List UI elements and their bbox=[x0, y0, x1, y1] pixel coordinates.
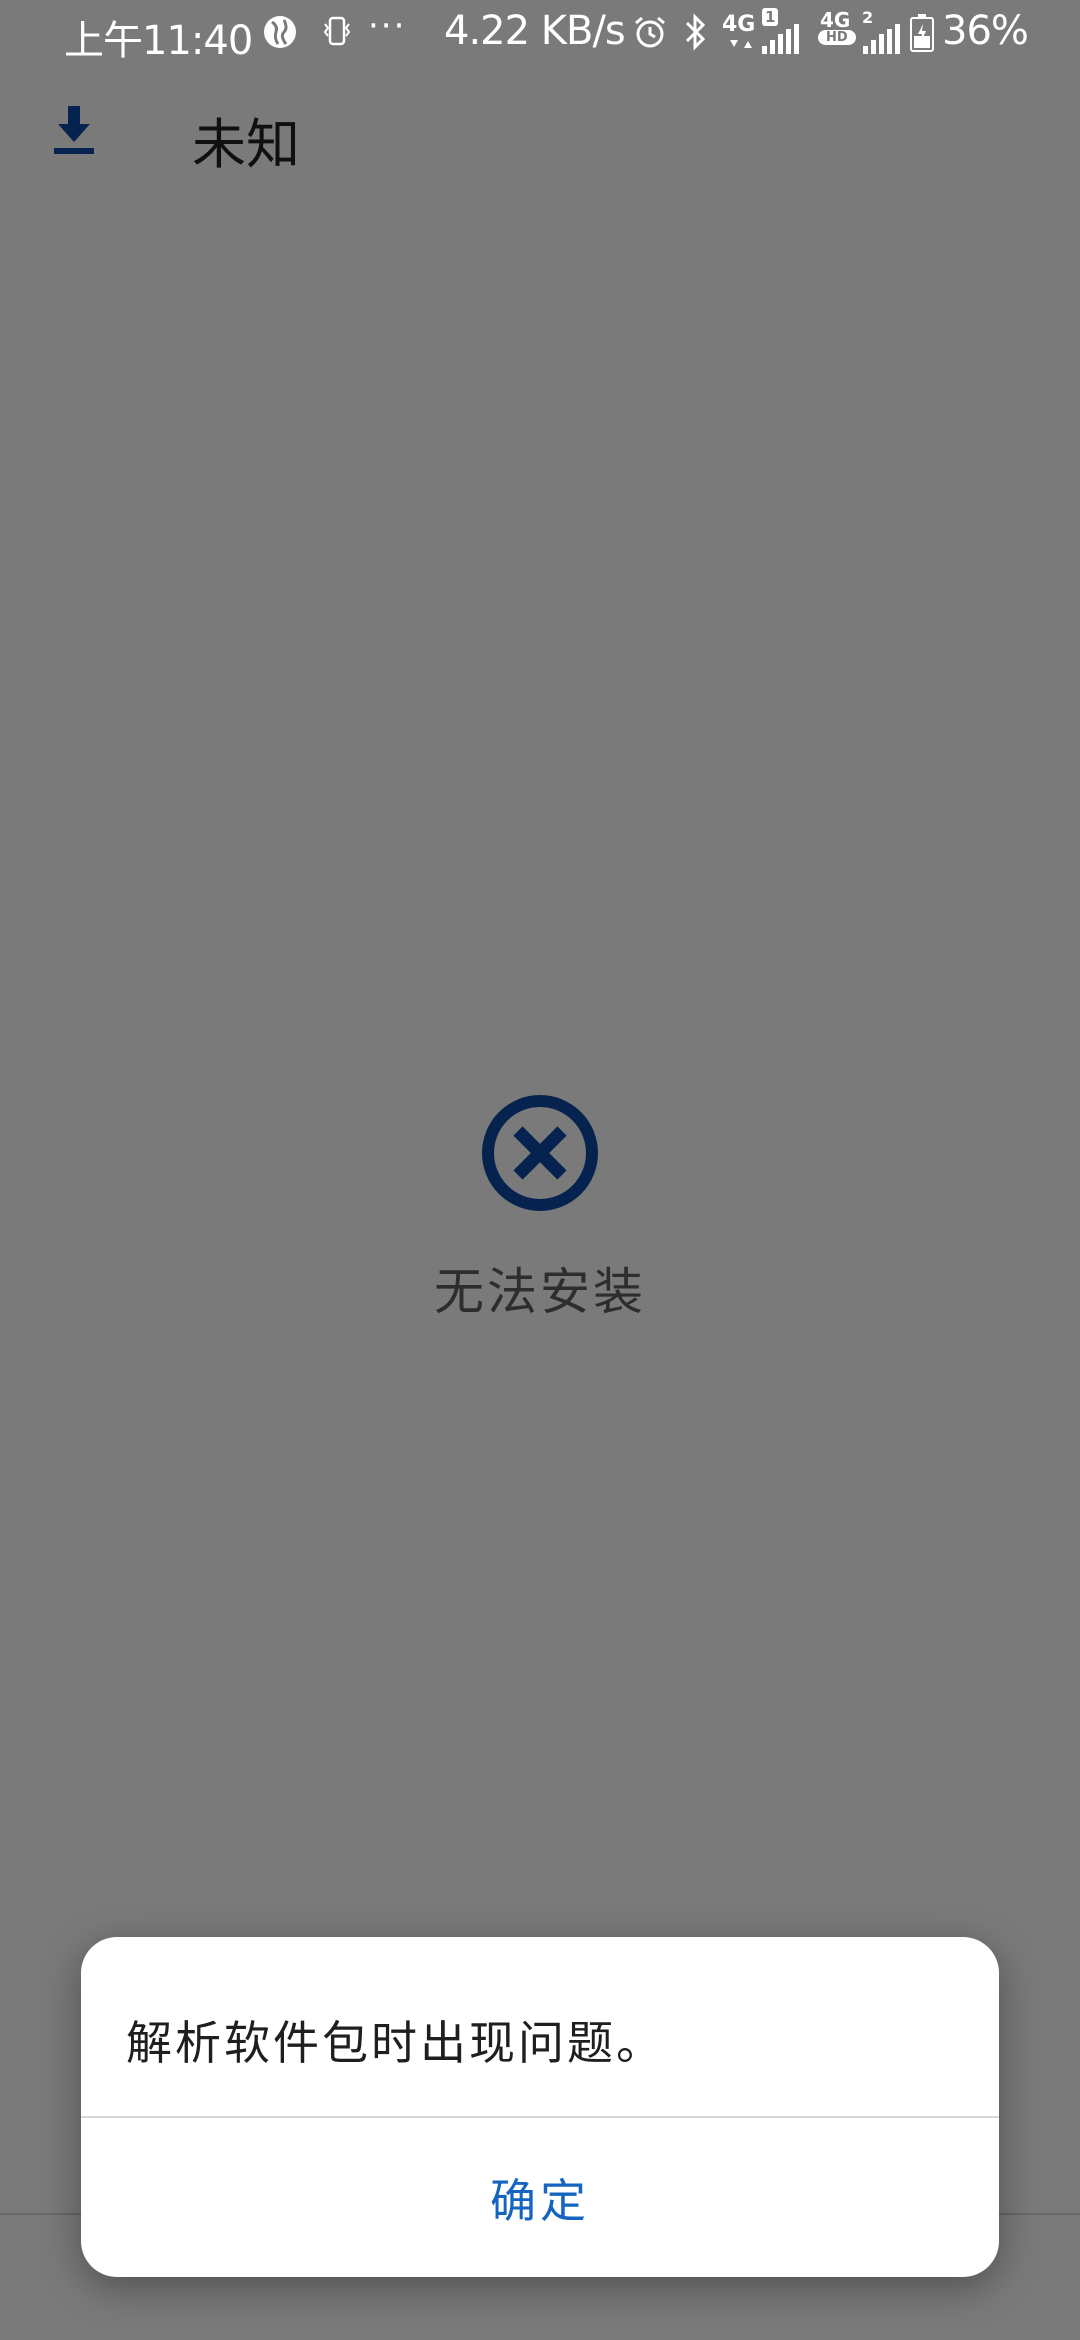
status-time: 上午11:40 bbox=[64, 18, 253, 64]
network-speed: 4.22 KB/s bbox=[444, 8, 626, 54]
more-notifications-icon: ··· bbox=[368, 6, 407, 46]
sim2-hd-label: HD bbox=[818, 30, 856, 45]
dialog-message: 解析软件包时出现问题。 bbox=[126, 2016, 665, 2070]
ok-button[interactable]: 确定 bbox=[81, 2118, 999, 2277]
vibrate-icon bbox=[323, 16, 351, 46]
screen: 上午11:40 ··· 4.22 KB/s 4G 1 4G HD 2 36% 解… bbox=[0, 0, 1080, 2340]
sim2-network-label: 4G bbox=[820, 8, 851, 32]
status-bar: 上午11:40 ··· 4.22 KB/s 4G 1 4G HD 2 36% bbox=[0, 0, 1080, 66]
sim1-network-label: 4G bbox=[722, 12, 756, 37]
battery-icon bbox=[910, 14, 934, 52]
sim2-signal-icon: 4G HD 2 bbox=[814, 8, 900, 54]
globe-icon bbox=[264, 16, 296, 48]
alarm-icon bbox=[635, 16, 665, 48]
parse-error-dialog: 解析软件包时出现问题。 确定 bbox=[81, 1937, 999, 2277]
battery-percent: 36% bbox=[942, 8, 1029, 54]
bluetooth-icon bbox=[685, 13, 706, 51]
sim1-signal-icon: 4G 1 bbox=[722, 8, 808, 54]
